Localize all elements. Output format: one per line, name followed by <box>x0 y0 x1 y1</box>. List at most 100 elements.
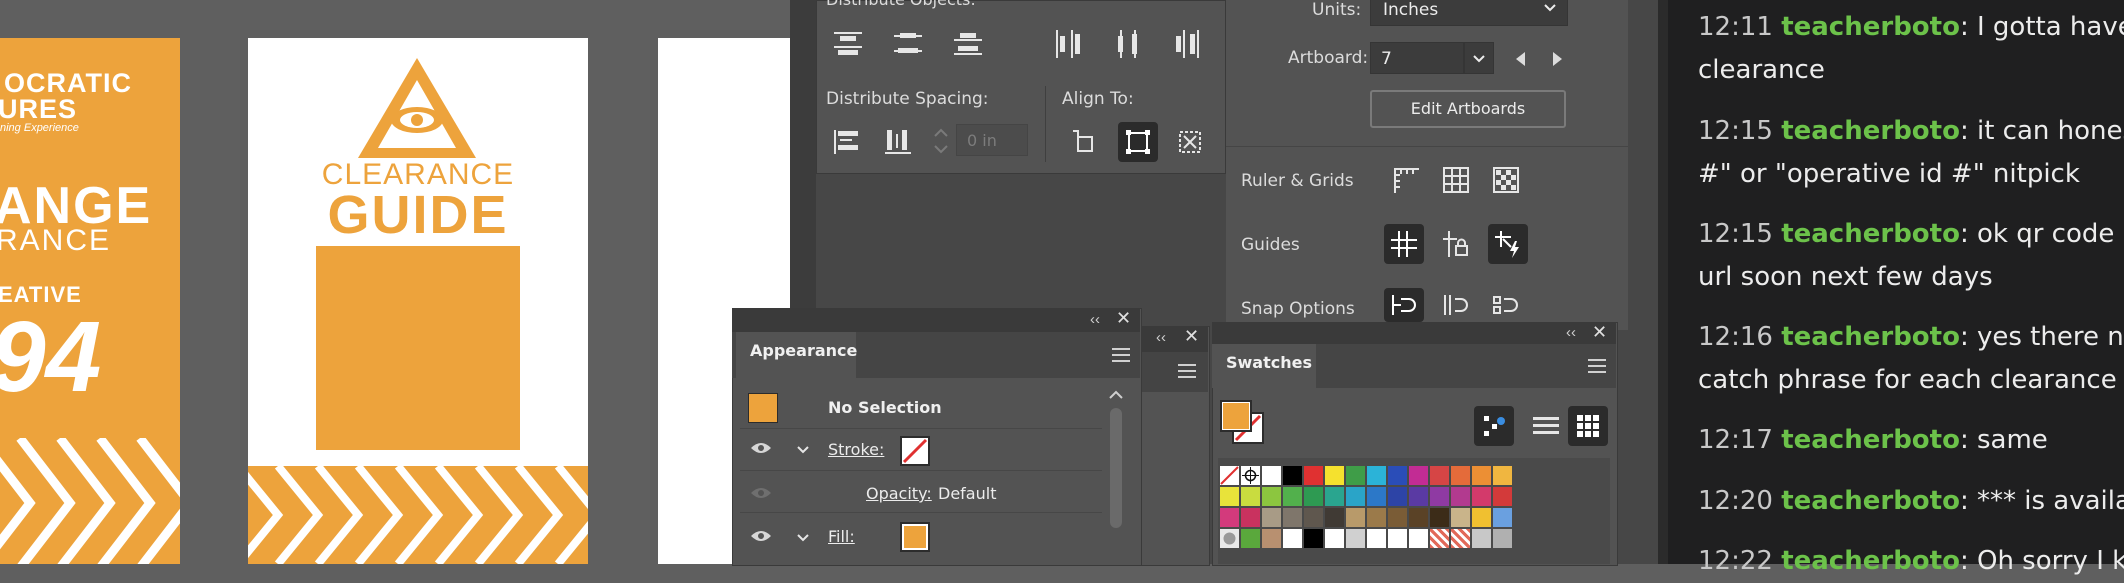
color-swatch[interactable] <box>1262 529 1281 548</box>
opacity-label[interactable]: Opacity: <box>866 484 932 503</box>
snap-to-pixel-icon[interactable] <box>1486 288 1526 322</box>
fill-stroke-indicator[interactable] <box>1218 398 1270 448</box>
color-swatch[interactable] <box>1346 466 1365 485</box>
align-to-artboard-icon[interactable] <box>1118 122 1158 162</box>
color-swatch[interactable] <box>1241 466 1260 485</box>
chevron-down-icon[interactable] <box>796 442 810 460</box>
color-swatch[interactable] <box>1472 466 1491 485</box>
align-to-selection-icon[interactable] <box>1170 122 1210 162</box>
color-swatch[interactable] <box>1409 529 1428 548</box>
swatch-kinds-button[interactable] <box>1474 406 1514 446</box>
horizontal-distribute-space-icon[interactable] <box>878 122 918 162</box>
chevron-down-icon[interactable] <box>796 530 810 548</box>
color-swatch[interactable] <box>1283 466 1302 485</box>
color-swatch[interactable] <box>1241 487 1260 506</box>
color-swatch[interactable] <box>1430 466 1449 485</box>
distribute-top-icon[interactable] <box>828 24 868 64</box>
color-swatch[interactable] <box>1409 487 1428 506</box>
scroll-up-icon[interactable] <box>1108 388 1124 406</box>
fill-swatch[interactable] <box>900 522 930 552</box>
color-swatch[interactable] <box>1262 487 1281 506</box>
color-swatch[interactable] <box>1304 487 1323 506</box>
tab-swatches[interactable]: Swatches <box>1212 344 1316 388</box>
collapse-icon[interactable]: ‹‹ <box>1156 329 1166 346</box>
color-swatch[interactable] <box>1241 529 1260 548</box>
color-swatch[interactable] <box>1472 487 1491 506</box>
color-swatch[interactable] <box>1388 508 1407 527</box>
panel-menu-icon[interactable] <box>1112 348 1130 367</box>
message-username[interactable]: teacherboto <box>1781 546 1960 576</box>
color-swatch[interactable] <box>1304 529 1323 548</box>
color-swatch[interactable] <box>1388 466 1407 485</box>
color-swatch[interactable] <box>1262 508 1281 527</box>
list-view-icon[interactable] <box>1526 406 1566 446</box>
thumbnail-view-icon[interactable] <box>1568 406 1608 446</box>
color-swatch[interactable] <box>1388 529 1407 548</box>
distribute-bottom-icon[interactable] <box>948 24 988 64</box>
color-swatch[interactable] <box>1493 529 1512 548</box>
color-swatch[interactable] <box>1493 487 1512 506</box>
spacing-input[interactable]: 0 in <box>956 124 1028 156</box>
color-swatch[interactable] <box>1388 487 1407 506</box>
color-swatch[interactable] <box>1283 487 1302 506</box>
artboard-input[interactable]: 7 <box>1370 42 1464 74</box>
color-swatch[interactable] <box>1346 487 1365 506</box>
color-swatch[interactable] <box>1430 508 1449 527</box>
show-guides-icon[interactable] <box>1384 224 1424 264</box>
ruler-icon[interactable] <box>1386 160 1426 200</box>
message-username[interactable]: teacherboto <box>1781 425 1960 455</box>
tab-appearance[interactable]: Appearance <box>736 332 857 378</box>
collapse-icon[interactable]: ‹‹ <box>1566 324 1576 341</box>
units-select[interactable]: Inches <box>1370 0 1568 26</box>
color-swatch[interactable] <box>1304 466 1323 485</box>
color-swatch[interactable] <box>1409 466 1428 485</box>
color-swatch[interactable] <box>1346 529 1365 548</box>
stroke-swatch[interactable] <box>900 436 930 466</box>
eye-icon[interactable] <box>750 441 772 460</box>
color-swatch[interactable] <box>1346 508 1365 527</box>
color-swatch[interactable] <box>1493 508 1512 527</box>
color-swatch[interactable] <box>1409 508 1428 527</box>
close-icon[interactable]: ✕ <box>1592 322 1607 343</box>
message-username[interactable]: teacherboto <box>1781 219 1960 249</box>
color-swatch[interactable] <box>1367 466 1386 485</box>
color-swatch[interactable] <box>1451 529 1470 548</box>
collapse-icon[interactable]: ‹‹ <box>1090 311 1100 328</box>
color-swatch[interactable] <box>1262 466 1281 485</box>
distribute-right-icon[interactable] <box>1168 24 1208 64</box>
color-swatch[interactable] <box>1430 529 1449 548</box>
color-swatch[interactable] <box>1367 487 1386 506</box>
panel-menu-icon[interactable] <box>1588 359 1606 378</box>
close-icon[interactable]: ✕ <box>1184 326 1199 347</box>
stroke-label[interactable]: Stroke: <box>828 440 884 459</box>
transparency-grid-icon[interactable] <box>1486 160 1526 200</box>
color-swatch[interactable] <box>1220 508 1239 527</box>
color-swatch[interactable] <box>1325 508 1344 527</box>
eye-icon[interactable] <box>750 529 772 548</box>
snap-to-point-icon[interactable] <box>1384 288 1424 322</box>
color-swatch[interactable] <box>1472 529 1491 548</box>
image-placeholder[interactable] <box>316 246 520 450</box>
color-swatch[interactable] <box>1451 466 1470 485</box>
color-swatch[interactable] <box>1451 487 1470 506</box>
artboard-dropdown-button[interactable] <box>1464 42 1494 74</box>
message-username[interactable]: teacherboto <box>1781 486 1960 516</box>
distribute-hcenter-icon[interactable] <box>1108 24 1148 64</box>
distribute-vcenter-icon[interactable] <box>888 24 928 64</box>
fill-label[interactable]: Fill: <box>828 527 855 546</box>
edit-artboards-button[interactable]: Edit Artboards <box>1370 90 1566 128</box>
scrollbar[interactable] <box>1110 408 1122 528</box>
color-swatch[interactable] <box>1493 466 1512 485</box>
lock-guides-icon[interactable] <box>1436 224 1476 264</box>
previous-artboard-button[interactable] <box>1510 48 1532 70</box>
distribute-left-icon[interactable] <box>1048 24 1088 64</box>
color-swatch[interactable] <box>1283 508 1302 527</box>
color-swatch[interactable] <box>1325 529 1344 548</box>
align-to-key-object-icon[interactable] <box>1064 122 1104 162</box>
color-swatch[interactable] <box>1472 508 1491 527</box>
message-username[interactable]: teacherboto <box>1781 322 1960 352</box>
spacing-stepper[interactable] <box>930 124 952 158</box>
message-username[interactable]: teacherboto <box>1781 12 1960 42</box>
smart-guides-icon[interactable] <box>1488 224 1528 264</box>
color-swatch[interactable] <box>1325 466 1344 485</box>
